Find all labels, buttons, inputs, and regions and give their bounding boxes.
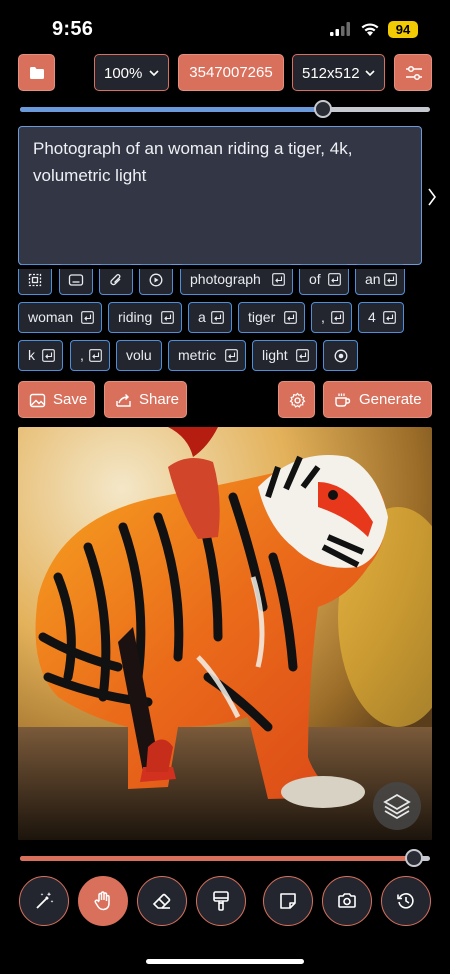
hand-tool-button[interactable] — [78, 876, 128, 926]
token-label: metric — [178, 347, 217, 363]
paperclip-icon — [110, 273, 121, 285]
return-icon — [296, 349, 309, 362]
token-word[interactable]: a — [188, 302, 232, 333]
token-word[interactable]: light — [252, 340, 317, 371]
token-label: woman — [28, 309, 74, 325]
history-button[interactable] — [381, 876, 431, 926]
token-label: , — [80, 347, 84, 363]
image-icon — [29, 393, 46, 408]
return-icon — [161, 311, 174, 324]
chevron-down-icon — [149, 70, 159, 77]
token-label: photograph — [190, 271, 261, 287]
return-icon — [81, 311, 94, 324]
return-icon — [383, 311, 396, 324]
token-label: tiger — [248, 309, 276, 325]
status-bar: 9:56 94 — [0, 0, 450, 54]
token-label: riding — [118, 309, 153, 325]
return-icon — [272, 273, 285, 286]
chevron-right-icon[interactable] — [426, 186, 438, 208]
save-label: Save — [53, 391, 88, 408]
sticky-note-icon — [280, 893, 296, 909]
paint-button[interactable] — [196, 876, 246, 926]
eraser-icon — [152, 893, 171, 909]
return-icon — [384, 273, 397, 286]
home-indicator[interactable] — [146, 959, 304, 964]
gear-icon — [289, 392, 306, 408]
eraser-button[interactable] — [137, 876, 187, 926]
prompt-divider — [0, 265, 450, 269]
token-word[interactable]: volu — [116, 340, 162, 371]
keyboard-icon — [68, 273, 84, 286]
token-word[interactable]: metric — [168, 340, 246, 371]
token-label: of — [309, 271, 321, 287]
magic-wand-button[interactable] — [19, 876, 69, 926]
size-select[interactable]: 512x512 — [292, 54, 385, 91]
return-icon — [211, 311, 224, 324]
sticky-note-button[interactable] — [263, 876, 313, 926]
select-area-icon — [28, 273, 42, 286]
token-word[interactable]: 4 — [358, 302, 404, 333]
camera-button[interactable] — [322, 876, 372, 926]
tiger-rider-artwork — [18, 427, 432, 840]
token-label: an — [365, 271, 381, 287]
token-label: a — [198, 309, 206, 325]
signal-icon — [330, 22, 350, 36]
token-word[interactable]: , — [70, 340, 110, 371]
token-label: light — [262, 347, 288, 363]
return-icon — [284, 311, 297, 324]
zoom-select[interactable]: 100% — [94, 54, 169, 91]
paint-roller-icon — [213, 891, 229, 911]
layers-button[interactable] — [373, 782, 421, 830]
return-icon — [89, 349, 102, 362]
generate-label: Generate — [359, 391, 422, 408]
camera-icon — [338, 893, 356, 908]
token-record[interactable] — [323, 340, 358, 371]
return-icon — [328, 273, 341, 286]
coffee-cup-icon — [335, 393, 351, 407]
advanced-settings-button[interactable] — [278, 381, 315, 418]
battery-indicator: 94 — [388, 21, 418, 38]
size-value: 512x512 — [302, 65, 360, 82]
open-folder-button[interactable] — [18, 54, 55, 91]
steps-slider-fill — [20, 107, 324, 112]
return-icon — [42, 349, 55, 362]
strength-slider-fill — [20, 856, 414, 861]
steps-slider-thumb[interactable] — [314, 100, 333, 118]
sliders-icon — [406, 65, 422, 81]
generated-image[interactable] — [18, 427, 432, 840]
token-word[interactable]: tiger — [238, 302, 305, 333]
settings-button[interactable] — [394, 54, 432, 91]
strength-slider-track[interactable] — [20, 856, 430, 861]
share-icon — [116, 394, 131, 407]
record-icon — [334, 349, 347, 362]
hand-icon — [94, 891, 110, 911]
share-button[interactable]: Share — [104, 381, 187, 418]
generate-button[interactable]: Generate — [323, 381, 432, 418]
folder-icon — [30, 67, 44, 79]
token-label: volu — [126, 347, 152, 363]
steps-slider-track[interactable] — [20, 107, 430, 112]
token-label: k — [28, 347, 35, 363]
token-word[interactable]: , — [311, 302, 352, 333]
token-word[interactable]: woman — [18, 302, 102, 333]
history-icon — [397, 893, 414, 909]
token-word[interactable]: riding — [108, 302, 182, 333]
return-icon — [225, 349, 238, 362]
zoom-value: 100% — [104, 65, 143, 82]
layers-icon — [383, 793, 411, 820]
wifi-icon — [361, 23, 379, 36]
seed-button[interactable]: 3547007265 — [178, 54, 284, 91]
save-button[interactable]: Save — [18, 381, 95, 418]
magic-wand-icon — [36, 892, 54, 909]
token-label: 4 — [368, 309, 376, 325]
prompt-input[interactable]: Photograph of an woman riding a tiger, 4… — [18, 126, 422, 265]
token-word[interactable]: k — [18, 340, 63, 371]
share-label: Share — [139, 391, 180, 408]
token-label: , — [321, 309, 325, 325]
chevron-down-icon — [365, 70, 375, 77]
play-circle-icon — [149, 273, 163, 286]
strength-slider-thumb[interactable] — [404, 849, 423, 867]
return-icon — [331, 311, 344, 324]
status-time: 9:56 — [52, 18, 94, 40]
